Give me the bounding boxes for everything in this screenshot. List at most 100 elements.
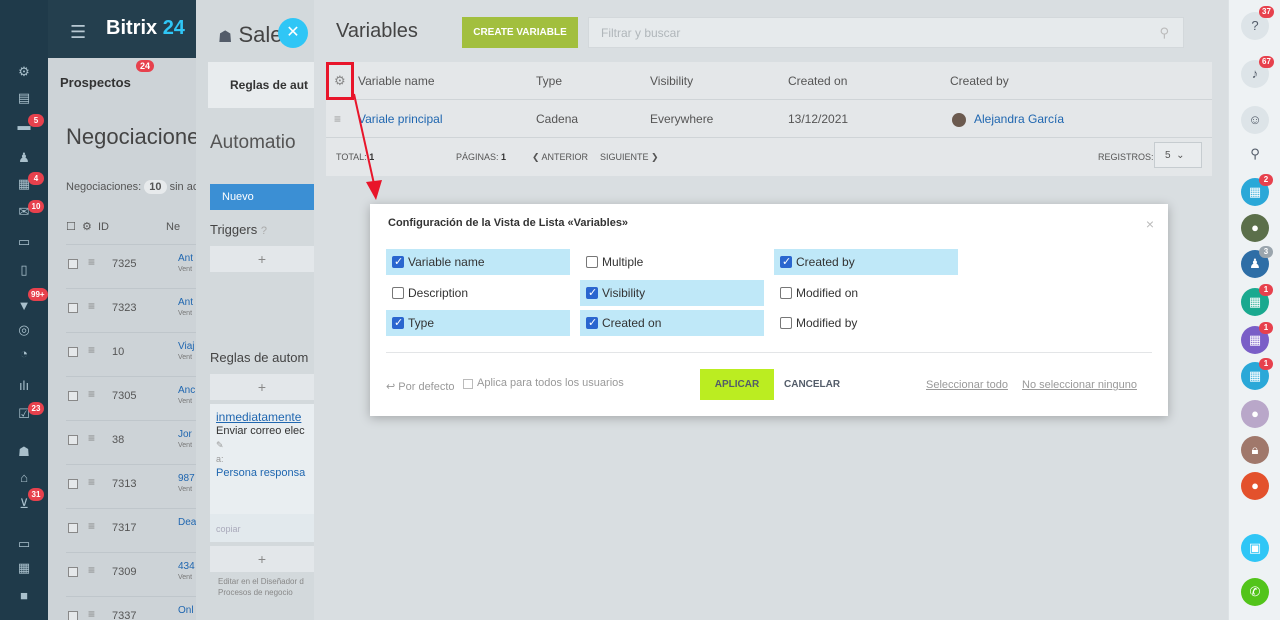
rule-recipient[interactable]: Persona responsa	[216, 466, 308, 480]
window-icon[interactable]: ▭	[14, 536, 34, 552]
group-avatar[interactable]: ●	[1241, 400, 1269, 428]
row-name[interactable]: Anc Vent	[178, 386, 195, 407]
copy-link[interactable]: copiar	[210, 514, 314, 542]
close-icon[interactable]: ×	[1146, 216, 1154, 232]
row-checkbox[interactable]	[68, 435, 78, 445]
row-checkbox[interactable]	[68, 611, 78, 620]
brand-logo[interactable]: Bitrix 24	[106, 17, 185, 40]
add-trigger-button[interactable]: +	[210, 246, 314, 272]
table-row[interactable]: ≡ 38 Jor Vent	[66, 420, 196, 464]
checkbox[interactable]	[586, 256, 598, 268]
menu-icon[interactable]: ☰	[70, 22, 86, 43]
sidebar-icon-2[interactable]: ▤	[14, 90, 34, 106]
table-row[interactable]: ≡ 7313 987 Vent	[66, 464, 196, 508]
row-checkbox[interactable]	[68, 479, 78, 489]
target-icon[interactable]: ◎	[14, 322, 34, 338]
pencil-icon[interactable]: ✎	[216, 438, 308, 452]
drag-icon[interactable]: ≡	[88, 519, 95, 533]
drag-icon[interactable]: ≡	[88, 255, 95, 269]
option-variable-name[interactable]: Variable name	[386, 249, 570, 275]
row-name[interactable]: Jor Vent	[178, 430, 192, 451]
col-created-on[interactable]: Created on	[788, 74, 847, 88]
cancel-button[interactable]: CANCELAR	[784, 379, 840, 390]
new-button[interactable]: Nuevo	[210, 184, 314, 210]
checkbox[interactable]	[586, 286, 598, 299]
clock-icon[interactable]: ◔	[14, 346, 34, 362]
drive-icon[interactable]: ▭	[14, 234, 34, 250]
table-row[interactable]: ≡ 7323 Ant Vent	[66, 288, 196, 332]
option-description[interactable]: Description	[386, 280, 570, 306]
document-icon[interactable]: ▯	[14, 262, 34, 278]
rule-timing[interactable]: inmediatamente	[216, 410, 308, 424]
checkbox[interactable]	[392, 287, 404, 299]
designer-link[interactable]: Editar en el Diseñador d Procesos de nego…	[218, 576, 304, 598]
row-checkbox[interactable]	[68, 303, 78, 313]
avatar[interactable]: ●	[1241, 214, 1269, 242]
option-created-by[interactable]: Created by	[774, 249, 958, 275]
row-checkbox[interactable]	[68, 347, 78, 357]
table-row[interactable]: ≡ 10 Viaj Vent	[66, 332, 196, 376]
video-icon[interactable]: ■	[14, 588, 34, 604]
drag-icon[interactable]: ≡	[88, 607, 95, 620]
sidebar-icon-1[interactable]: ⚙	[14, 64, 34, 80]
col-variable-name[interactable]: Variable name	[358, 74, 435, 88]
gear-icon[interactable]: ⚙	[334, 73, 346, 89]
add-rule-button-2[interactable]: +	[210, 546, 314, 572]
checkbox[interactable]	[780, 255, 792, 268]
create-variable-button[interactable]: CREATE VARIABLE	[462, 17, 578, 48]
user-icon[interactable]: ●	[1241, 472, 1269, 500]
robot-icon[interactable]: ☗	[14, 444, 34, 460]
drag-icon[interactable]: ≡	[88, 563, 95, 577]
row-name[interactable]: Ant Vent	[178, 254, 193, 275]
row-name[interactable]: Dea	[178, 518, 196, 528]
close-icon[interactable]: ✕	[278, 18, 308, 48]
next-page-link[interactable]: SIGUIENTE ❯	[600, 152, 659, 163]
tab-prospectos[interactable]: Prospectos	[60, 66, 131, 98]
drag-icon[interactable]: ≡	[88, 343, 95, 357]
records-select[interactable]: 5 ⌄	[1154, 142, 1202, 168]
chat-icon[interactable]: ☺	[1241, 106, 1269, 134]
lock-icon[interactable]: 🔒︎	[1241, 436, 1269, 464]
chart-icon[interactable]: ılı	[14, 378, 34, 394]
checkbox[interactable]	[780, 317, 792, 329]
table-row[interactable]: ≡ 7305 Anc Vent	[66, 376, 196, 420]
add-rule-button[interactable]: +	[210, 374, 314, 400]
tab-automation-rules[interactable]: Reglas de aut	[208, 62, 314, 108]
row-name[interactable]: Onl	[178, 606, 194, 616]
drag-icon[interactable]: ≡	[88, 431, 95, 445]
col-type[interactable]: Type	[536, 74, 562, 88]
store-icon[interactable]: ⌂	[14, 470, 34, 486]
checkbox[interactable]	[586, 316, 598, 329]
table-row[interactable]: ≡ Variale principal Cadena Everywhere 13…	[326, 100, 1212, 138]
row-checkbox[interactable]	[68, 259, 78, 269]
search-icon[interactable]: ⚲	[1159, 25, 1169, 41]
screen-share-icon[interactable]: ▣	[1241, 534, 1269, 562]
select-none-link[interactable]: No seleccionar ninguno	[1022, 379, 1137, 391]
col-visibility[interactable]: Visibility	[650, 74, 693, 88]
option-modified-on[interactable]: Modified on	[774, 280, 958, 306]
apps-icon[interactable]: ▦	[14, 560, 34, 576]
checkbox[interactable]	[392, 255, 404, 268]
row-name[interactable]: 434 Vent	[178, 562, 195, 583]
select-all-link[interactable]: Seleccionar todo	[926, 379, 1008, 391]
checkbox[interactable]	[780, 287, 792, 299]
row-name[interactable]: Viaj Vent	[178, 342, 195, 363]
table-row[interactable]: ≡ 7317 Dea	[66, 508, 196, 552]
row-checkbox[interactable]	[68, 523, 78, 533]
phone-icon[interactable]: ✆	[1241, 578, 1269, 606]
default-link[interactable]: ↩ Por defecto	[386, 380, 455, 393]
option-created-on[interactable]: Created on	[580, 310, 764, 336]
prev-page-link[interactable]: ❮ ANTERIOR	[532, 152, 588, 163]
row-name[interactable]: Ant Vent	[178, 298, 193, 319]
drag-icon[interactable]: ≡	[88, 387, 95, 401]
table-row[interactable]: ≡ 7325 Ant Vent	[66, 244, 196, 288]
row-checkbox[interactable]	[68, 391, 78, 401]
help-icon[interactable]: ?	[261, 225, 267, 237]
checkbox[interactable]	[463, 379, 473, 389]
option-multiple[interactable]: Multiple	[580, 249, 764, 275]
col-created-by[interactable]: Created by	[950, 74, 1009, 88]
row-name[interactable]: 987 Vent	[178, 474, 195, 495]
apply-all-users-option[interactable]: Aplica para todos los usuarios	[463, 377, 624, 389]
apply-button[interactable]: APLICAR	[700, 369, 774, 400]
table-row[interactable]: ≡ 7309 434 Vent	[66, 552, 196, 596]
